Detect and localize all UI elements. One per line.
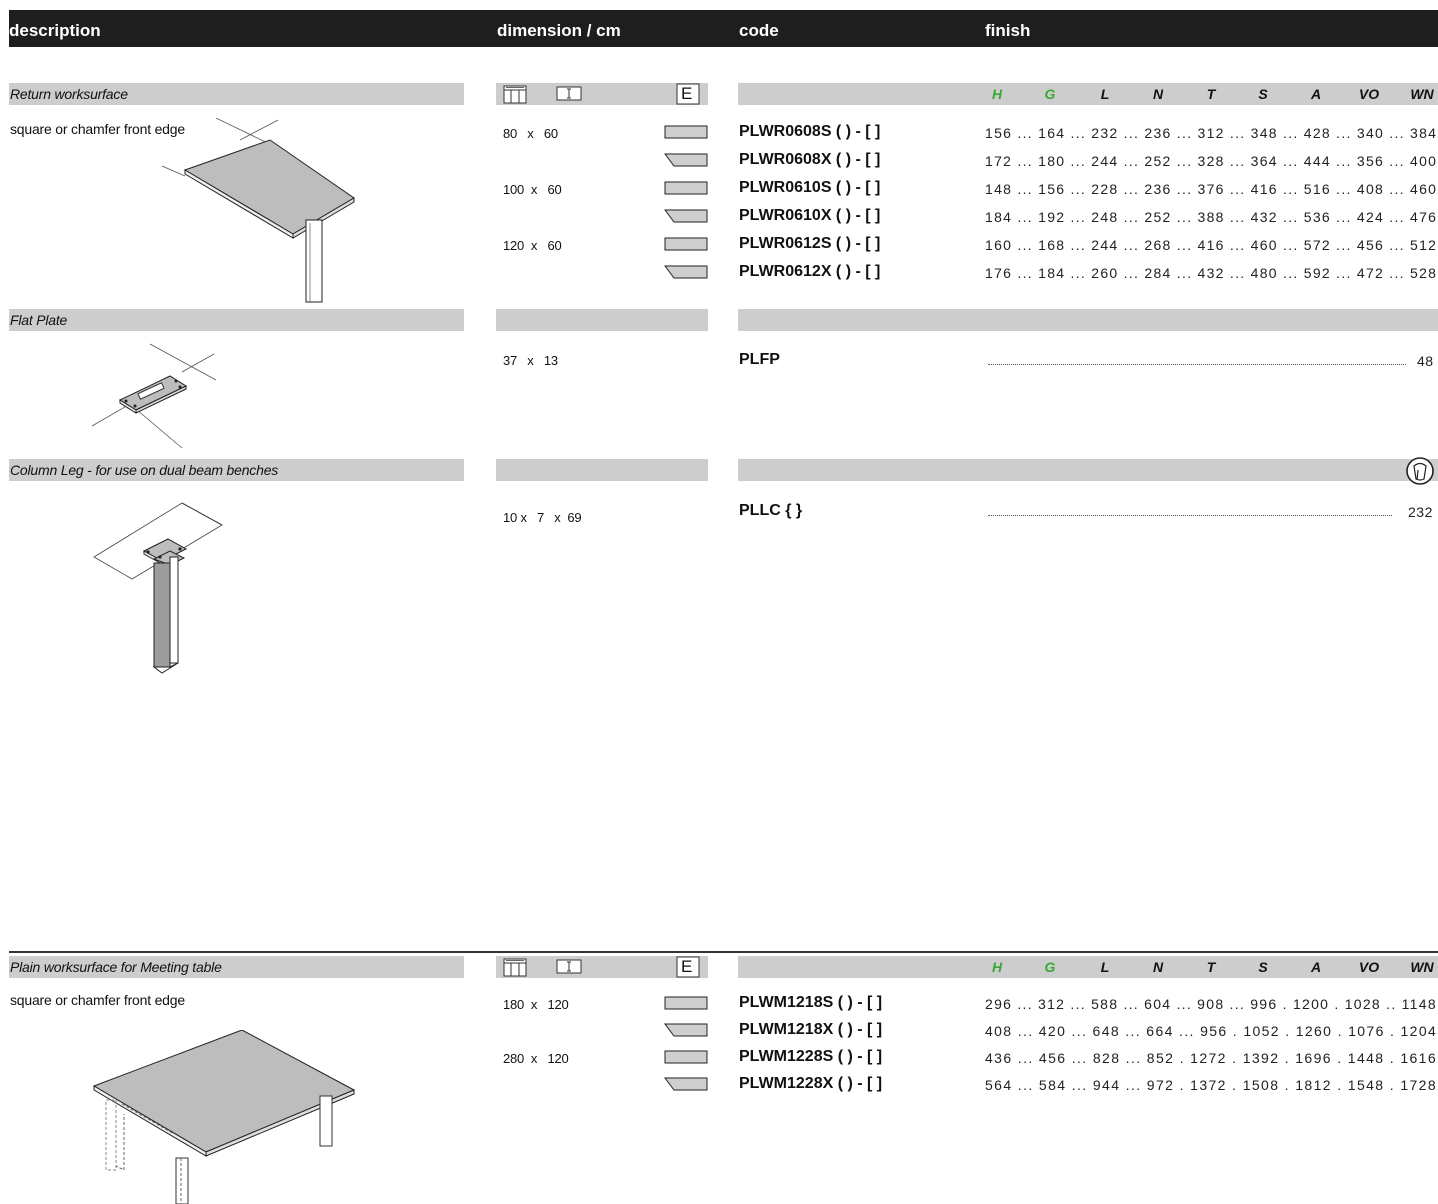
return-worksurface-illustration <box>150 117 370 309</box>
finish-prices: 184 ... 192 ... 248 ... 252 ... 388 ... … <box>985 209 1438 225</box>
finish-code-s: S <box>1258 959 1268 975</box>
product-code: PLWM1218S ( ) - [ ] <box>739 994 883 1011</box>
finish-prices: 436 ... 456 ... 828 ... 852 . 1272 . 139… <box>985 1050 1438 1066</box>
finish-code-g: G <box>1044 959 1056 975</box>
flat-plate-illustration <box>90 342 230 455</box>
table-depth-icon <box>556 85 582 103</box>
column-leg-dimension: 10 x 7 x 69 <box>503 510 582 525</box>
finish-code-a: A <box>1310 86 1322 102</box>
flat-plate-price: 48 <box>1417 353 1434 369</box>
chamfer-edge-icon <box>664 265 708 284</box>
flat-plate-code: PLFP <box>739 351 780 368</box>
square-edge-icon <box>664 237 708 256</box>
row-dimension: 80 x 60 <box>503 126 558 141</box>
finish-code-a: A <box>1310 959 1322 975</box>
finish-prices: 176 ... 184 ... 260 ... 284 ... 432 ... … <box>985 265 1438 281</box>
section-title-meeting: Plain worksurface for Meeting table <box>10 959 222 975</box>
edge-type-letter: E <box>681 957 693 976</box>
table-width-icon <box>502 956 528 978</box>
edge-type-icon: E <box>676 956 700 978</box>
product-code: PLWR0610X ( ) - [ ] <box>739 207 881 224</box>
section-title-flat-plate: Flat Plate <box>10 312 68 328</box>
square-edge-icon <box>664 1050 708 1069</box>
price-leader-dots <box>988 364 1406 365</box>
header-code: code <box>739 21 779 40</box>
section-title-column-leg: Column Leg - for use on dual beam benche… <box>10 462 279 478</box>
column-leg-illustration <box>92 495 232 682</box>
square-edge-icon <box>664 181 708 200</box>
table-header-bar <box>9 10 1438 47</box>
price-leader-dots <box>988 515 1392 516</box>
table-width-icon <box>502 83 528 105</box>
finish-prices: 160 ... 168 ... 244 ... 268 ... 416 ... … <box>985 237 1438 253</box>
finish-code-l: L <box>1100 86 1110 102</box>
finish-prices: 296 ... 312 ... 588 ... 604 ... 908 ... … <box>985 996 1437 1012</box>
section-subtitle-meeting: square or chamfer front edge <box>10 992 185 1008</box>
product-code: PLWM1218X ( ) - [ ] <box>739 1021 883 1038</box>
section-bar-finish <box>738 459 1438 481</box>
product-code: PLWM1228S ( ) - [ ] <box>739 1048 883 1065</box>
finish-code-vo: VO <box>1358 959 1380 975</box>
finish-prices: 148 ... 156 ... 228 ... 236 ... 376 ... … <box>985 181 1438 197</box>
product-code: PLWR0608X ( ) - [ ] <box>739 151 881 168</box>
flat-plate-dimension: 37 x 13 <box>503 353 558 368</box>
finish-code-s: S <box>1258 86 1268 102</box>
finish-code-h: H <box>991 959 1003 975</box>
finish-code-vo: VO <box>1358 86 1380 102</box>
finish-code-wn: WN <box>1410 86 1434 102</box>
header-dimension: dimension / cm <box>497 21 621 40</box>
finish-prices: 156 ... 164 ... 232 ... 236 ... 312 ... … <box>985 125 1438 141</box>
header-description: description <box>9 21 101 40</box>
column-leg-code: PLLC { } <box>739 502 803 519</box>
finish-prices: 172 ... 180 ... 244 ... 252 ... 328 ... … <box>985 153 1438 169</box>
product-code: PLWR0610S ( ) - [ ] <box>739 179 881 196</box>
section-bar-dimension <box>496 459 708 481</box>
product-code: PLWR0612S ( ) - [ ] <box>739 235 881 252</box>
finish-code-l: L <box>1100 959 1110 975</box>
product-code: PLWM1228X ( ) - [ ] <box>739 1075 883 1092</box>
finish-code-t: T <box>1206 86 1216 102</box>
finish-code-g: G <box>1044 86 1056 102</box>
section-separator <box>9 951 1438 953</box>
finish-code-t: T <box>1206 959 1216 975</box>
chamfer-edge-icon <box>664 153 708 172</box>
section-bar-description <box>9 309 464 331</box>
product-code: PLWR0608S ( ) - [ ] <box>739 123 881 140</box>
meeting-table-illustration <box>86 1029 366 1204</box>
edge-type-icon: E <box>676 83 700 105</box>
section-title-return: Return worksurface <box>10 86 128 102</box>
finish-prices: 408 ... 420 ... 648 ... 664 ... 956 . 10… <box>985 1023 1438 1039</box>
finish-code-n: N <box>1152 86 1164 102</box>
chamfer-edge-icon <box>664 1023 708 1042</box>
finish-code-h: H <box>991 86 1003 102</box>
finish-code-n: N <box>1152 959 1164 975</box>
section-bar-finish <box>738 309 1438 331</box>
row-dimension: 120 x 60 <box>503 238 562 253</box>
metal-finish-icon <box>1405 456 1435 486</box>
row-dimension: 100 x 60 <box>503 182 562 197</box>
row-dimension: 180 x 120 <box>503 997 569 1012</box>
finish-code-wn: WN <box>1410 959 1434 975</box>
chamfer-edge-icon <box>664 209 708 228</box>
square-edge-icon <box>664 125 708 144</box>
table-depth-icon <box>556 958 582 976</box>
chamfer-edge-icon <box>664 1077 708 1096</box>
square-edge-icon <box>664 996 708 1015</box>
section-bar-dimension <box>496 309 708 331</box>
edge-type-letter: E <box>681 84 693 103</box>
finish-prices: 564 ... 584 ... 944 ... 972 . 1372 . 150… <box>985 1077 1438 1093</box>
column-leg-price: 232 <box>1408 504 1433 520</box>
header-finish: finish <box>985 21 1031 40</box>
product-code: PLWR0612X ( ) - [ ] <box>739 263 881 280</box>
row-dimension: 280 x 120 <box>503 1051 569 1066</box>
